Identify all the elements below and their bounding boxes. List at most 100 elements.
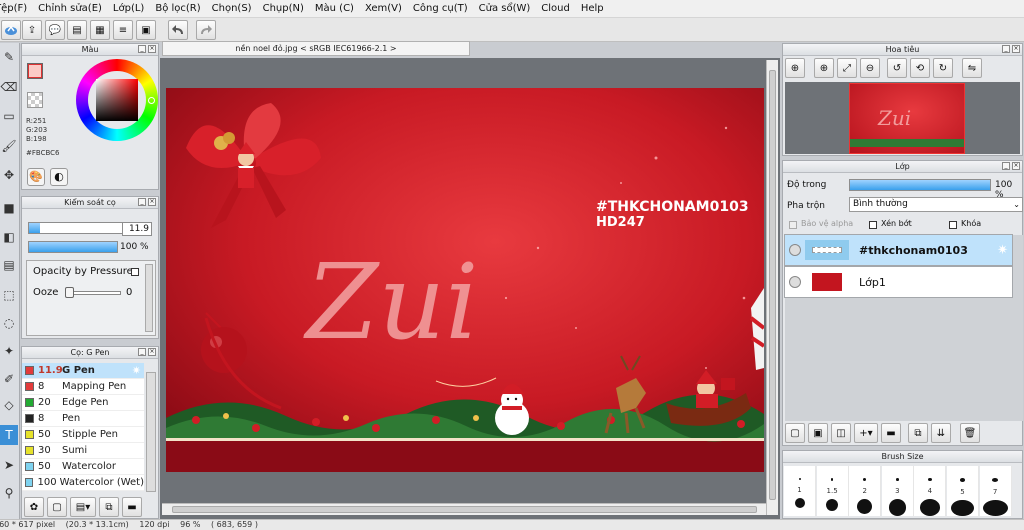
brush-item[interactable]: 11.9 G Pen ✷: [22, 363, 144, 379]
brush-item[interactable]: 50 Stipple Pen: [22, 427, 144, 443]
rotate-left-button[interactable]: ↺: [887, 58, 907, 78]
canvas-horizontal-scrollbar[interactable]: [162, 503, 766, 515]
panel-close-icon[interactable]: ×: [1012, 45, 1020, 53]
menu-color[interactable]: Màu (C): [310, 3, 360, 14]
layer-row-image[interactable]: Lớp1: [784, 266, 1013, 298]
select-rect-icon[interactable]: ⬚: [0, 285, 18, 305]
options-scrollbar[interactable]: [145, 264, 153, 332]
panel-minimize-icon[interactable]: _: [1002, 45, 1010, 53]
new-layer-alt-button[interactable]: ▣: [808, 423, 828, 443]
menu-view[interactable]: Xem(V): [360, 3, 408, 14]
brush-opacity-slider[interactable]: [28, 241, 118, 253]
menu-help[interactable]: Help: [576, 3, 610, 14]
brush-size-preset[interactable]: 5: [947, 466, 979, 516]
layer-visibility-icon[interactable]: [789, 276, 801, 288]
panel-minimize-icon[interactable]: _: [138, 348, 146, 356]
text-tool-icon[interactable]: T: [0, 425, 18, 445]
brush-settings-button[interactable]: ✿: [24, 497, 44, 517]
transparent-swatch[interactable]: [27, 92, 43, 108]
layer-add-menu-button[interactable]: +▾: [854, 423, 878, 443]
opacity-pressure-checkbox[interactable]: [131, 268, 139, 276]
menu-capture[interactable]: Chụp(N): [258, 3, 310, 14]
zoom-out-button[interactable]: ⊖: [860, 58, 880, 78]
new-layer-button[interactable]: ▢: [785, 423, 805, 443]
bucket-tool-icon[interactable]: ◧: [0, 227, 18, 247]
select-pen-icon[interactable]: ✐: [0, 369, 18, 389]
brush-size-input[interactable]: 11.9: [122, 222, 152, 236]
select-eraser-icon[interactable]: ◇: [0, 395, 18, 415]
gradient-tool-icon[interactable]: ▤: [0, 255, 18, 275]
menu-layer[interactable]: Lớp(L): [108, 3, 150, 14]
ooze-slider-knob[interactable]: [65, 287, 74, 298]
save-button[interactable]: ▣: [136, 20, 156, 40]
blend-mode-select[interactable]: Bình thường ⌄: [849, 197, 1023, 212]
move-tool-icon[interactable]: ✥: [0, 165, 18, 185]
undo-button[interactable]: [168, 20, 188, 40]
main-color-swatch[interactable]: [27, 63, 43, 79]
color-set-button[interactable]: ◐: [50, 168, 68, 186]
brush-item[interactable]: 8 Mapping Pen: [22, 379, 144, 395]
magic-wand-icon[interactable]: ✦: [0, 341, 18, 361]
menu-window[interactable]: Cửa sổ(W): [474, 3, 537, 14]
canvas-artwork[interactable]: #THKCHONAM0103 HD247 Zui: [166, 88, 764, 472]
menu-tools[interactable]: Công cụ(T): [408, 3, 474, 14]
layer-visibility-icon[interactable]: [789, 244, 801, 256]
merge-layer-button[interactable]: ⇊: [931, 423, 951, 443]
clipping-checkbox[interactable]: [869, 221, 877, 229]
color-history-button[interactable]: 🎨: [27, 168, 45, 186]
brush-tool-icon[interactable]: 🖌: [0, 136, 18, 156]
zoom-in-button[interactable]: ⊕: [814, 58, 834, 78]
brush-size-preset[interactable]: 1: [784, 466, 816, 516]
vertical-scroll-thumb[interactable]: [769, 70, 776, 500]
comment-button[interactable]: 💬: [45, 20, 65, 40]
eyedropper-tool-icon[interactable]: ⚲: [0, 483, 18, 503]
protect-alpha-checkbox[interactable]: [789, 221, 797, 229]
rotate-right-button[interactable]: ↻: [933, 58, 953, 78]
gear-icon[interactable]: ✷: [132, 364, 141, 377]
brush-size-preset[interactable]: 7: [979, 466, 1012, 516]
gear-icon[interactable]: ✷: [997, 243, 1008, 258]
document-button[interactable]: ▦: [90, 20, 110, 40]
rectangle-tool-icon[interactable]: ▭: [0, 106, 18, 126]
brush-item[interactable]: 8 Pen: [22, 411, 144, 427]
chat-button[interactable]: ▤: [67, 20, 87, 40]
menu-edit[interactable]: Chỉnh sửa(E): [33, 3, 108, 14]
rotate-reset-button[interactable]: ⟲: [910, 58, 930, 78]
panel-close-icon[interactable]: ×: [148, 198, 156, 206]
operation-tool-icon[interactable]: ➤: [0, 455, 18, 475]
panel-minimize-icon[interactable]: _: [1002, 162, 1010, 170]
color-saturation-square[interactable]: [96, 79, 138, 121]
ooze-slider[interactable]: [69, 291, 121, 295]
cloud-sync-button[interactable]: [1, 20, 21, 40]
hue-marker[interactable]: [148, 97, 155, 104]
menu-file[interactable]: Tệp(F): [0, 3, 33, 14]
canvas-vertical-scrollbar[interactable]: [766, 60, 778, 515]
brush-list-scrollbar[interactable]: [146, 372, 156, 492]
new-brush-button[interactable]: ▢: [47, 497, 67, 517]
navigator-preview-area[interactable]: Zui: [785, 82, 1020, 154]
redo-button[interactable]: [196, 20, 216, 40]
menu-cloud[interactable]: Cloud: [536, 3, 576, 14]
panel-minimize-icon[interactable]: _: [138, 198, 146, 206]
brush-item[interactable]: 30 Sumi: [22, 443, 144, 459]
brush-size-preset[interactable]: 3: [881, 466, 914, 516]
brush-item[interactable]: 20 Edge Pen: [22, 395, 144, 411]
delete-layer-button[interactable]: 🗑: [960, 423, 980, 443]
new-vector-layer-button[interactable]: ◫: [831, 423, 851, 443]
fit-window-button[interactable]: ⤢: [837, 58, 857, 78]
panel-close-icon[interactable]: ×: [1012, 162, 1020, 170]
brush-size-preset[interactable]: 2: [849, 466, 882, 516]
eraser-tool-icon[interactable]: ⌫: [0, 77, 18, 97]
properties-button[interactable]: ≡: [113, 20, 133, 40]
brush-item[interactable]: 50 Watercolor: [22, 459, 144, 475]
menu-filter[interactable]: Bộ lọc(R): [150, 3, 206, 14]
brush-size-preset[interactable]: 4: [914, 466, 947, 516]
horizontal-scroll-thumb[interactable]: [172, 506, 757, 513]
flip-button[interactable]: ⇋: [962, 58, 982, 78]
export-button[interactable]: ⇪: [22, 20, 42, 40]
layer-row-text[interactable]: #thkchonam0103 ✷: [784, 234, 1013, 266]
lock-checkbox[interactable]: [949, 221, 957, 229]
panel-close-icon[interactable]: ×: [148, 348, 156, 356]
copy-brush-button[interactable]: ⧉: [99, 497, 119, 517]
panel-minimize-icon[interactable]: _: [138, 45, 146, 53]
